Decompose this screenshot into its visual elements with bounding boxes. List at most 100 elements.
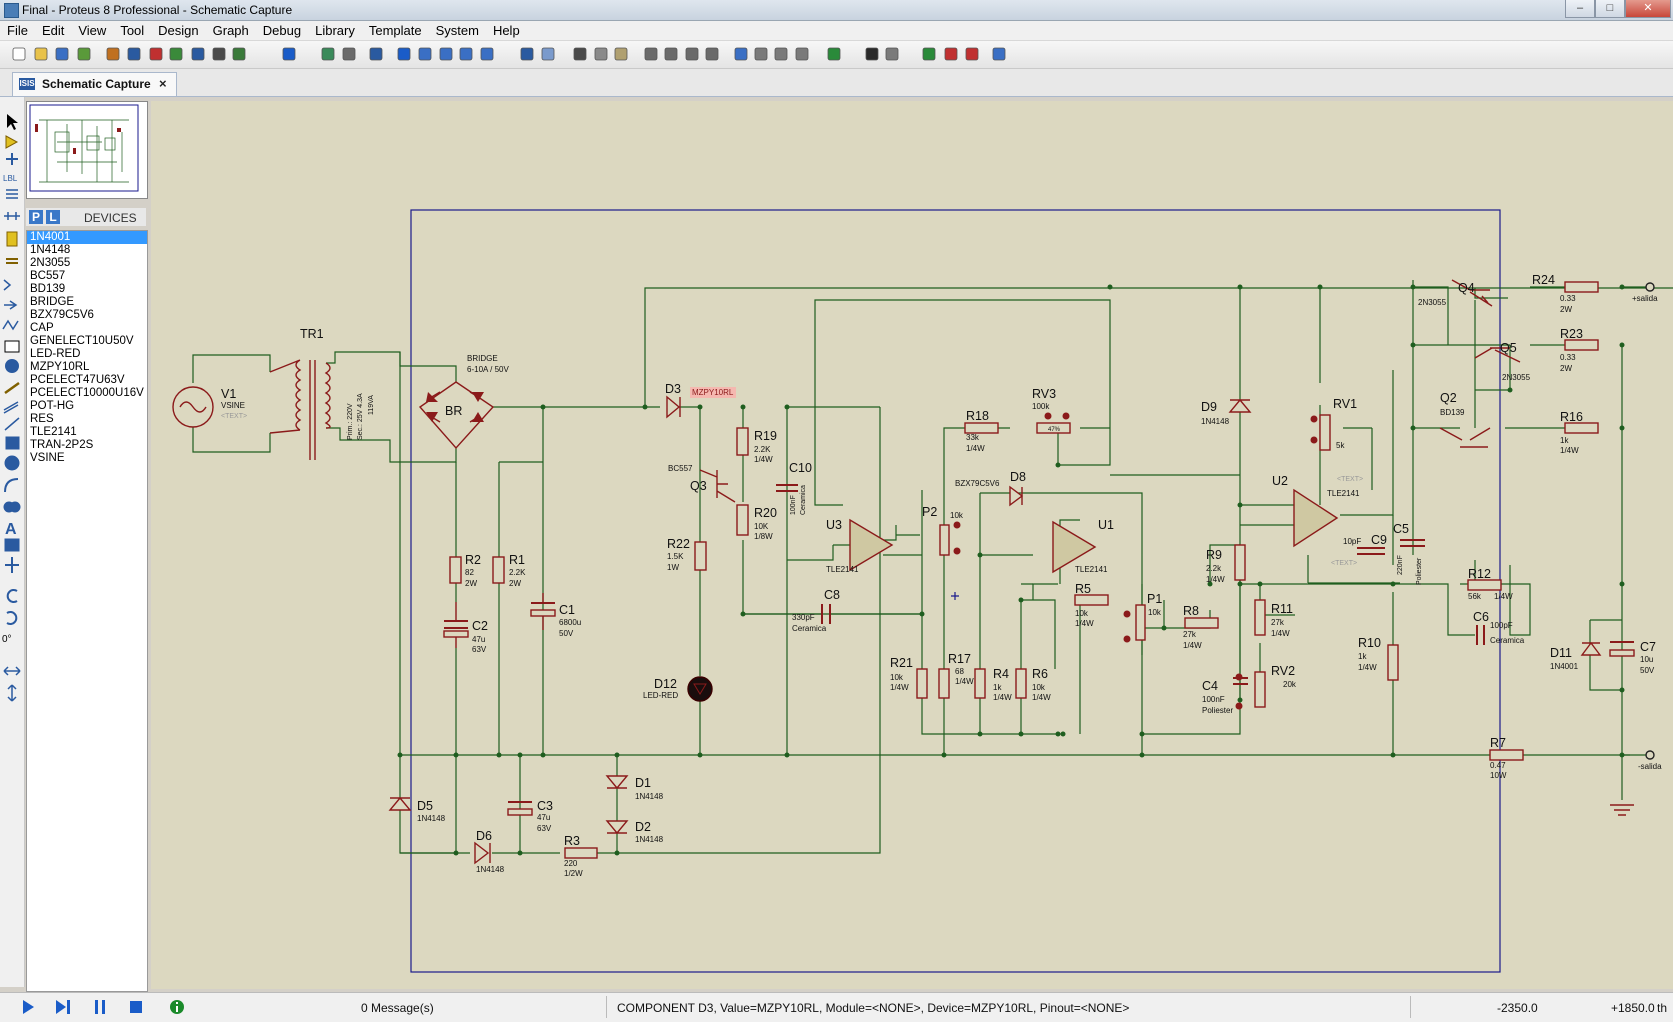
maximize-button[interactable]: □: [1595, 0, 1625, 18]
block-rotate-icon[interactable]: [683, 45, 701, 63]
device-item[interactable]: VSINE: [27, 452, 147, 465]
device-item[interactable]: PCELECT47U63V: [27, 374, 147, 387]
home-icon[interactable]: [104, 45, 122, 63]
svg-text:1/8W: 1/8W: [754, 532, 773, 541]
device-item[interactable]: 1N4001: [27, 231, 147, 244]
pick-devices-button[interactable]: P: [29, 210, 43, 224]
menu-view[interactable]: View: [71, 21, 113, 38]
zoom-all-icon[interactable]: [457, 45, 475, 63]
library-manager-button[interactable]: L: [46, 210, 60, 224]
play-icon[interactable]: [20, 999, 36, 1015]
svg-text:6800u: 6800u: [559, 618, 581, 627]
device-item[interactable]: TLE2141: [27, 426, 147, 439]
svg-text:220nF: 220nF: [1397, 555, 1404, 575]
bom-icon[interactable]: [210, 45, 228, 63]
tab-close-icon[interactable]: ×: [159, 76, 167, 91]
coordinate-unit: th: [1657, 1001, 1668, 1015]
svg-text:R11: R11: [1271, 602, 1293, 616]
block-delete-icon[interactable]: [703, 45, 721, 63]
zoom-in-icon[interactable]: [416, 45, 434, 63]
schematic-editing-window[interactable]: V1 VSINE <TEXT> TR1 Prim.: 220V Sec.: 25…: [151, 101, 1673, 989]
wire-autoroute-icon[interactable]: [825, 45, 843, 63]
grid-icon[interactable]: [340, 45, 358, 63]
component-mode-icon: [5, 135, 19, 149]
zoom-area-icon[interactable]: [478, 45, 496, 63]
device-item[interactable]: BC557: [27, 270, 147, 283]
device-item[interactable]: GENELECT10U50V: [27, 335, 147, 348]
pause-icon[interactable]: [92, 999, 108, 1015]
svg-text:TLE2141: TLE2141: [1075, 565, 1108, 574]
search-icon[interactable]: [863, 45, 881, 63]
packaging-icon[interactable]: [772, 45, 790, 63]
undo-icon[interactable]: [518, 45, 536, 63]
origin-icon[interactable]: [367, 45, 385, 63]
block-copy-icon[interactable]: [642, 45, 660, 63]
help-icon[interactable]: [280, 45, 298, 63]
save-icon[interactable]: [53, 45, 71, 63]
menu-tool[interactable]: Tool: [113, 21, 151, 38]
run-icon[interactable]: [230, 45, 248, 63]
svg-text:R17: R17: [948, 652, 971, 666]
menu-design[interactable]: Design: [151, 21, 205, 38]
device-item[interactable]: 1N4148: [27, 244, 147, 257]
pick-device-icon[interactable]: [732, 45, 750, 63]
message-count[interactable]: 0 Message(s): [361, 1001, 434, 1015]
paste-icon[interactable]: [612, 45, 630, 63]
netlist-icon[interactable]: [990, 45, 1008, 63]
close-button[interactable]: ✕: [1625, 0, 1671, 18]
remove-sheet-icon[interactable]: [942, 45, 960, 63]
open-icon[interactable]: [32, 45, 50, 63]
ares-icon[interactable]: [147, 45, 165, 63]
new-sheet-icon[interactable]: [920, 45, 938, 63]
export-icon[interactable]: [167, 45, 185, 63]
zoom-out-icon[interactable]: [437, 45, 455, 63]
decompose-icon[interactable]: [793, 45, 811, 63]
refresh-icon[interactable]: [319, 45, 337, 63]
simulate-icon[interactable]: [189, 45, 207, 63]
device-item[interactable]: MZPY10RL: [27, 361, 147, 374]
subcircuit-icon: [6, 231, 18, 247]
minimize-button[interactable]: –: [1565, 0, 1595, 18]
device-item[interactable]: CAP: [27, 322, 147, 335]
pan-icon[interactable]: [395, 45, 413, 63]
menu-graph[interactable]: Graph: [206, 21, 256, 38]
overview-window[interactable]: [26, 101, 148, 199]
block-move-icon[interactable]: [662, 45, 680, 63]
device-item[interactable]: BD139: [27, 283, 147, 296]
coordinate-y: +1850.0: [1611, 1001, 1655, 1015]
device-item[interactable]: PCELECT10000U16V: [27, 387, 147, 400]
svg-text:10k: 10k: [1148, 608, 1162, 617]
goto-sheet-icon[interactable]: [963, 45, 981, 63]
svg-text:Poliester: Poliester: [1202, 706, 1233, 715]
device-selector-list[interactable]: 1N4001 1N4148 2N3055 BC557 BD139 BRIDGE BZX79C…: [26, 230, 148, 992]
menu-debug[interactable]: Debug: [256, 21, 308, 38]
device-item[interactable]: RES: [27, 413, 147, 426]
menu-help[interactable]: Help: [486, 21, 527, 38]
menu-system[interactable]: System: [429, 21, 486, 38]
cut-icon[interactable]: [571, 45, 589, 63]
schematic-diagram[interactable]: V1 VSINE <TEXT> TR1 Prim.: 220V Sec.: 25…: [151, 101, 1673, 989]
info-icon[interactable]: [169, 999, 185, 1015]
redo-icon[interactable]: [539, 45, 557, 63]
device-item[interactable]: BZX79C5V6: [27, 309, 147, 322]
tab-schematic-capture[interactable]: ISIS Schematic Capture ×: [12, 72, 177, 96]
device-item[interactable]: TRAN-2P2S: [27, 439, 147, 452]
device-item[interactable]: POT-HG: [27, 400, 147, 413]
menu-template[interactable]: Template: [362, 21, 429, 38]
step-icon[interactable]: [54, 999, 72, 1015]
property-icon[interactable]: [883, 45, 901, 63]
device-item[interactable]: LED-RED: [27, 348, 147, 361]
menu-edit[interactable]: Edit: [35, 21, 71, 38]
stop-icon[interactable]: [128, 999, 144, 1015]
menu-file[interactable]: File: [0, 21, 35, 38]
import-icon[interactable]: [75, 45, 93, 63]
copy-icon[interactable]: [592, 45, 610, 63]
make-device-icon[interactable]: [752, 45, 770, 63]
isis-icon: ISIS: [19, 78, 35, 90]
new-icon[interactable]: [10, 45, 28, 63]
device-item[interactable]: BRIDGE: [27, 296, 147, 309]
isis-icon[interactable]: [125, 45, 143, 63]
svg-text:10k: 10k: [1032, 683, 1046, 692]
menu-library[interactable]: Library: [308, 21, 362, 38]
device-item[interactable]: 2N3055: [27, 257, 147, 270]
